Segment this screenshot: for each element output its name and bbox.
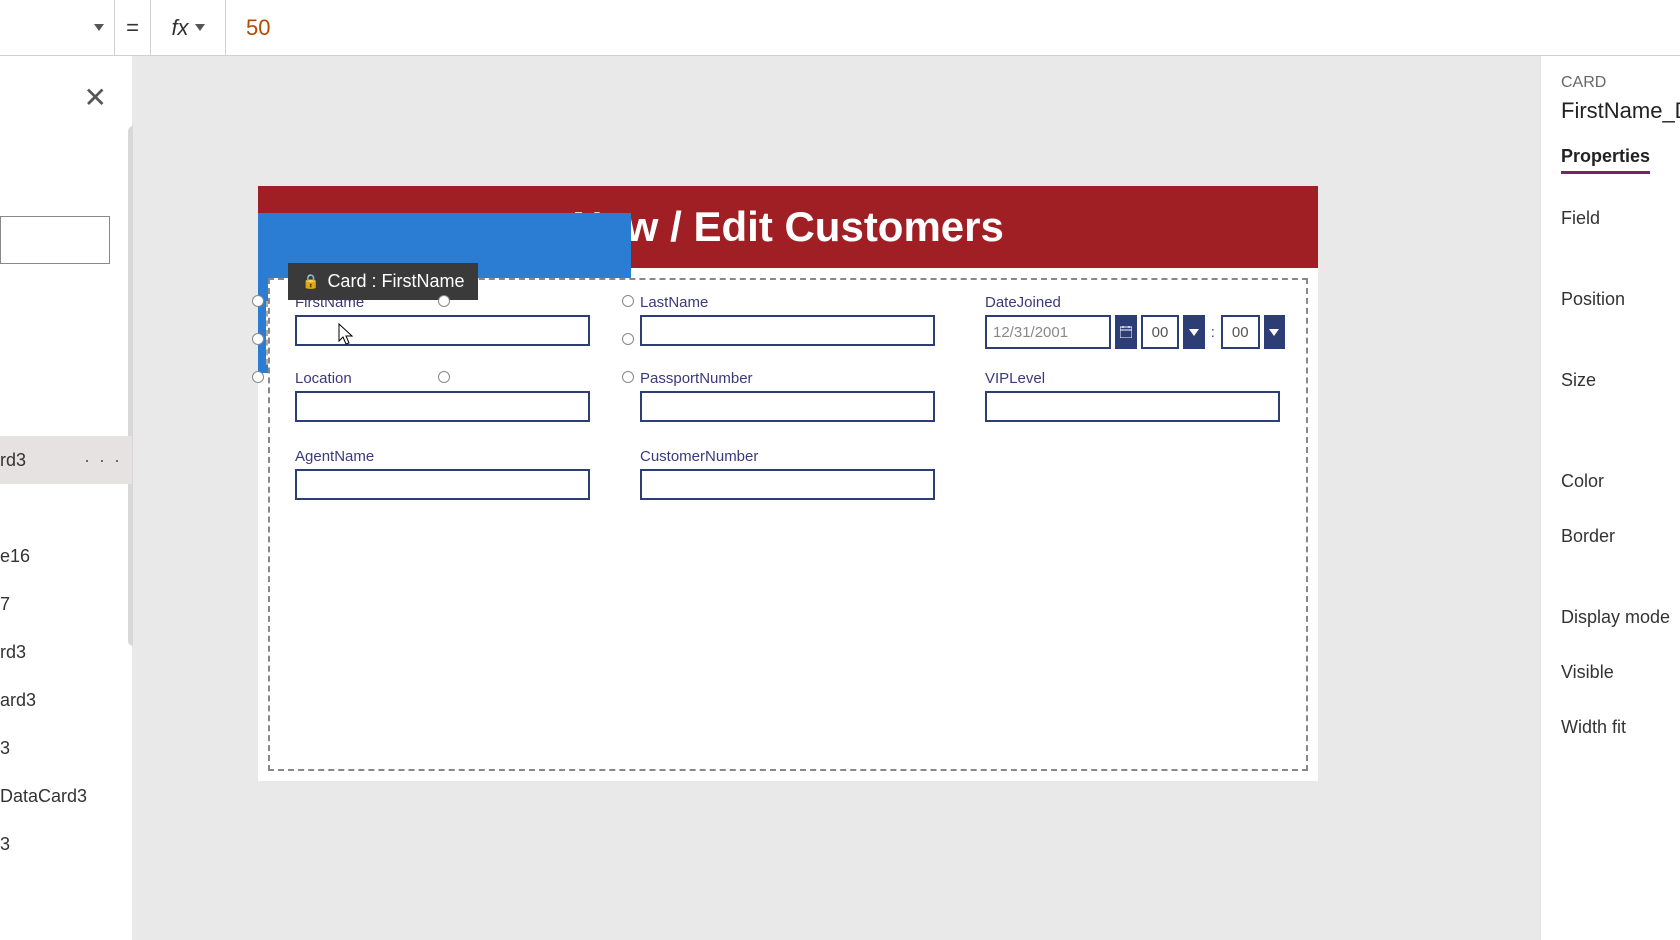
card-passport[interactable]: PassportNumber [640,370,935,422]
resize-handle[interactable] [252,371,264,383]
tree-item[interactable] [0,484,132,532]
prop-visible[interactable]: Visible [1561,662,1680,683]
chevron-down-icon [94,24,104,31]
field-label: DateJoined [985,294,1285,311]
tree-item[interactable]: rd3 [0,628,132,676]
card-lastname[interactable]: LastName [640,294,935,346]
tree-item-label: rd3 [0,450,26,470]
tree-item-label: rd3 [0,642,26,662]
properties-tab[interactable]: Properties [1561,146,1650,174]
resize-handle[interactable] [622,295,634,307]
tree-item-label: 3 [0,738,10,758]
tree-item[interactable]: e16 [0,532,132,580]
minute-input[interactable]: 00 [1221,315,1260,349]
text-input[interactable] [640,391,935,422]
control-kind-label: CARD [1561,74,1680,92]
chevron-down-icon [1189,329,1199,336]
fx-label: fx [171,15,188,41]
prop-field[interactable]: Field [1561,208,1680,229]
resize-handle[interactable] [622,333,634,345]
chevron-down-icon [1269,329,1279,336]
field-label: PassportNumber [640,370,935,387]
field-label: CustomerNumber [640,448,935,465]
properties-panel: CARD FirstName_D Properties Field Positi… [1540,56,1680,940]
card-datejoined[interactable]: DateJoined 12/31/2001 00 : 00 [985,294,1285,349]
calendar-button[interactable] [1115,315,1136,349]
date-input[interactable]: 12/31/2001 [985,315,1111,349]
control-name: FirstName_D [1561,98,1680,124]
selection-tooltip: 🔒 Card : FirstName [288,263,478,300]
prop-position[interactable]: Position [1561,289,1680,310]
date-row: 12/31/2001 00 : 00 [985,315,1285,349]
text-input[interactable] [640,315,935,346]
screen-preview: New / Edit Customers 🔒 Card : FirstName … [258,186,1318,781]
formula-bar: = fx 50 [0,0,1680,56]
hour-dropdown-button[interactable] [1183,315,1204,349]
equals-label: = [115,0,151,56]
search-input[interactable] [0,216,110,264]
lock-icon: 🔒 [302,273,319,290]
selection-tooltip-label: Card : FirstName [327,271,464,292]
property-dropdown[interactable] [0,0,115,56]
tree-item[interactable]: 3 [0,724,132,772]
text-input[interactable] [295,391,590,422]
tree-item-label: DataCard3 [0,786,87,806]
form-container: FirstName LastName DateJoined 12/31/2001… [268,278,1308,771]
resize-handle[interactable] [252,295,264,307]
field-label: VIPLevel [985,370,1280,387]
fx-dropdown[interactable]: fx [151,0,226,56]
card-agentname[interactable]: AgentName [295,448,590,500]
resize-handle[interactable] [438,295,450,307]
cursor-icon [338,323,356,347]
chevron-down-icon [195,24,205,31]
prop-display-mode[interactable]: Display mode [1561,607,1680,628]
resize-handle[interactable] [252,333,264,345]
tree-item-label: e16 [0,546,30,566]
minute-dropdown-button[interactable] [1264,315,1285,349]
screen-title: New / Edit Customers [572,203,1004,251]
hour-input[interactable]: 00 [1141,315,1180,349]
tree-item-label: ard3 [0,690,36,710]
field-label: AgentName [295,448,590,465]
field-label: LastName [640,294,935,311]
resize-handle[interactable] [438,371,450,383]
formula-input[interactable]: 50 [226,15,1680,41]
more-icon[interactable]: · · · [84,436,122,484]
text-input[interactable] [640,469,935,500]
card-customernumber[interactable]: CustomerNumber [640,448,935,500]
card-vip[interactable]: VIPLevel [985,370,1280,422]
tree-item[interactable]: rd3 · · · [0,436,132,484]
tree-item[interactable]: DataCard3 [0,772,132,820]
prop-width-fit[interactable]: Width fit [1561,717,1680,738]
close-icon[interactable]: ✕ [84,81,107,114]
resize-handle[interactable] [622,371,634,383]
tree-list: rd3 · · · e16 7 rd3 ard3 3 DataCard3 3 [0,436,132,868]
tree-item-label: 3 [0,834,10,854]
tree-item[interactable]: 7 [0,580,132,628]
prop-border[interactable]: Border [1561,526,1680,547]
tree-view-panel: ✕ rd3 · · · e16 7 rd3 ard3 3 DataCard3 3 [0,56,133,940]
calendar-icon [1120,326,1132,338]
time-colon: : [1209,324,1217,341]
tree-item-label: 7 [0,594,10,614]
text-input[interactable] [985,391,1280,422]
prop-color[interactable]: Color [1561,471,1680,492]
text-input[interactable] [295,469,590,500]
tree-item[interactable]: ard3 [0,676,132,724]
canvas[interactable]: New / Edit Customers 🔒 Card : FirstName … [133,56,1540,940]
tree-item[interactable]: 3 [0,820,132,868]
prop-size[interactable]: Size [1561,370,1680,391]
